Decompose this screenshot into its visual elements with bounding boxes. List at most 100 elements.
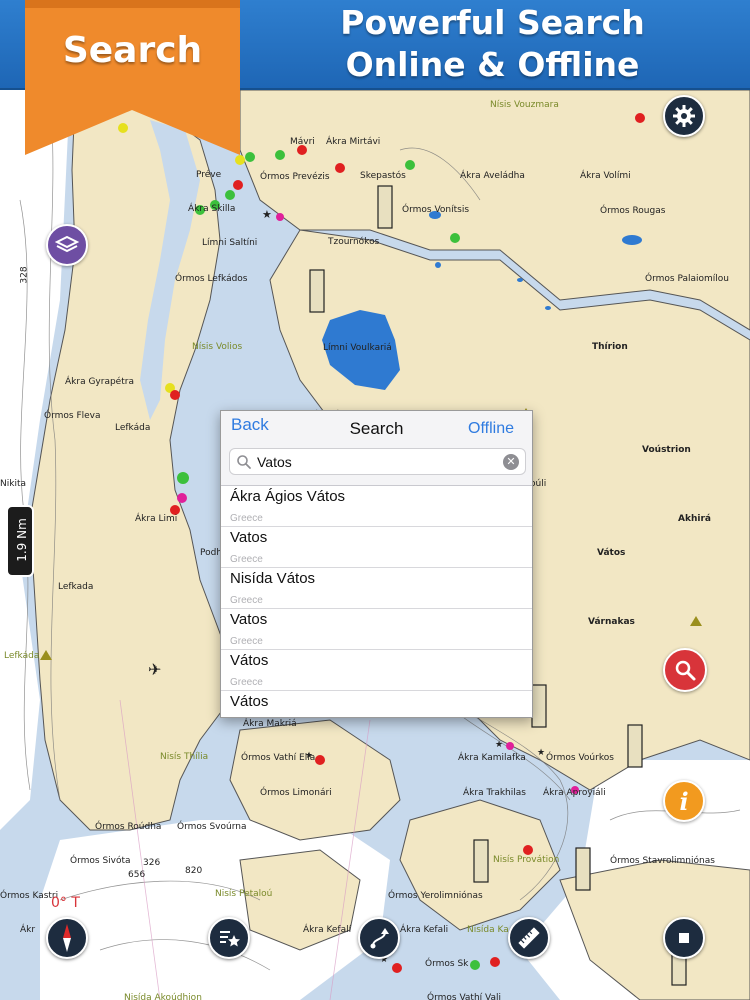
depth-label: 820 [185, 866, 203, 876]
search-result-name: Nisída Vátos [230, 570, 316, 587]
map-label-nisis-thilia: Nisís Thília [160, 752, 209, 762]
map-label-ormos-prevezis: Órmos Prevézis [260, 172, 330, 182]
clear-search-icon[interactable]: ✕ [503, 454, 519, 470]
map-label-ormos-vathi-elia: Órmos Vathí Elia [241, 753, 316, 763]
map-label-akra-gyrapetra: Ákra Gyrapétra [65, 377, 134, 387]
search-result-name: Vatos [230, 611, 268, 628]
settings-button[interactable] [663, 95, 705, 137]
search-result-country: Greece [230, 595, 263, 606]
offline-button[interactable]: Offline [468, 420, 514, 438]
layers-button[interactable] [46, 224, 88, 266]
map-label-limni-voulkaria: Límni Voulkariá [323, 343, 392, 353]
map-label-thirion: Thírion [592, 342, 628, 352]
depth-label: 326 [143, 858, 161, 868]
back-button[interactable]: Back [231, 415, 269, 435]
map-label-akra-kefali: Ákra Kefalí [303, 925, 352, 935]
route-button[interactable] [358, 917, 400, 959]
map-label-ormos-fleva: Órmos Fleva [44, 411, 101, 421]
heading-label: 0° T [51, 895, 80, 911]
map-label-mavri: Mávri [290, 137, 315, 147]
map-label-akra-left: Ákr [20, 925, 36, 935]
map-label-akra-aproyiali: Ákra Aproyiáli [543, 788, 606, 798]
star-list-icon [220, 931, 240, 947]
map-label-akhira: Akhirá [678, 514, 711, 524]
map-label-ormos-sivota: Órmos Sivóta [70, 856, 131, 866]
map-label-akra-kamilafka: Ákra Kamilafka [458, 753, 526, 763]
search-result-item[interactable]: Vatos Greece [221, 527, 532, 568]
search-result-name: Ákra Ágios Vátos [230, 488, 346, 505]
map-label-ormos-vathi-vali: Órmos Vathí Vali [427, 993, 501, 1000]
map-label-nikita: Nikita [0, 479, 26, 489]
map-label-lefkada-2: Lefkáda [4, 651, 40, 661]
search-result-country: Greece [230, 554, 263, 565]
map-label-akra-aveladha: Ákra Aveládha [460, 171, 525, 181]
map-label-varnakas: Várnakas [588, 617, 635, 627]
ribbon-label: Search [62, 30, 203, 71]
search-result-name: Vátos [230, 652, 269, 669]
map-label-nisida-ka: Nisída Ka [467, 925, 509, 935]
search-result-country: Greece [230, 513, 263, 524]
search-field[interactable]: ✕ [229, 448, 526, 475]
search-results-list: Ákra Ágios Vátos Greece Vatos Greece Nisída … [221, 486, 532, 717]
stop-button[interactable] [663, 917, 705, 959]
map-label-nisis-petalou: Nisís Petaloú [215, 889, 273, 899]
map-label-lefkada-town: Lefkáda [115, 423, 151, 433]
promo-ribbon [25, 0, 240, 155]
svg-text:★: ★ [262, 209, 272, 221]
map-label-akra-kefali-2: Ákra Kefali [400, 925, 449, 935]
map-label-akra-skilla: Ákra Skilla [188, 204, 236, 214]
search-result-item[interactable]: Ákra Ágios Vátos Greece [221, 486, 532, 527]
map-label-nisis-provation: Nisís Provátion [493, 855, 560, 865]
map-label-ormos-kastri: Órmos Kastri [0, 891, 59, 901]
info-icon: i [679, 786, 689, 816]
measure-button[interactable] [508, 917, 550, 959]
compass-button[interactable] [46, 917, 88, 959]
scale-label: 1.9 Nm [15, 518, 29, 562]
map-label-akra-mirtavi: Ákra Mirtávi [326, 137, 381, 147]
map-label-ormos-skiko: Órmos Sk [425, 959, 469, 969]
search-result-item[interactable]: Nisída Vátos Greece [221, 568, 532, 609]
ruler-icon [518, 927, 540, 949]
map-label-skepastos: Skepastós [360, 171, 406, 181]
route-icon [370, 928, 389, 949]
map-label-nisis-vouzmara: Nísis Vouzmara [490, 100, 559, 110]
svg-text:★: ★ [537, 747, 545, 757]
banner-title-line1: Powerful Search [340, 3, 645, 42]
map-label-voustrion: Voústrion [642, 445, 691, 455]
map-label-lefkada: Lefkada [58, 582, 94, 592]
stop-icon [679, 933, 689, 943]
map-label-ormos-yerolimnionas: Órmos Yerolimniónas [388, 891, 483, 901]
search-input[interactable] [257, 452, 497, 472]
info-button[interactable]: i [663, 780, 705, 822]
map-label-nisida-akoudhion: Nisída Akoúdhion [124, 993, 202, 1000]
search-result-item[interactable]: Vátos [221, 691, 532, 717]
map-label-ormos-lefkados: Órmos Lefkádos [175, 274, 248, 284]
layers-icon [55, 235, 79, 253]
magnifier-icon [675, 660, 696, 681]
map-label-akra-volimi: Ákra Volími [580, 171, 631, 181]
search-result-country: Greece [230, 636, 263, 647]
svg-text:★: ★ [495, 739, 503, 749]
map-label-ormos-svourna: Órmos Svoúrna [177, 822, 247, 832]
search-result-item[interactable]: Vatos Greece [221, 609, 532, 650]
search-icon [237, 455, 251, 469]
map-label-ormos-stavrolimnionas: Órmos Stavrolimniónas [610, 856, 715, 866]
favorites-button[interactable] [208, 917, 250, 959]
map-label-ormos-vourkos: Órmos Voúrkos [546, 753, 614, 763]
map-label-akra-limi: Ákra Limi [135, 514, 178, 524]
scale-bar: 1.9 Nm [6, 505, 34, 577]
map-label-ormos-vonitsis: Órmos Vonítsis [402, 205, 470, 215]
map-label-vatos-map: Vátos [597, 548, 626, 558]
search-popup-header: Back Search Offline ✕ [221, 411, 532, 486]
map-label-limni-saltini: Límni Saltíni [202, 238, 258, 248]
search-result-country: Greece [230, 677, 263, 688]
depth-label: 656 [128, 870, 146, 880]
banner-title: Powerful Search Online & Offline [240, 2, 745, 86]
search-result-item[interactable]: Vátos Greece [221, 650, 532, 691]
map-label-ormos-rougas: Órmos Rougas [600, 206, 666, 216]
map-label-akra-makria: Ákra Makriá [243, 719, 297, 729]
map-label-ormos-palaiomilou: Órmos Palaiomílou [645, 274, 729, 284]
map-label-podh: Podh [200, 548, 223, 558]
map-search-button[interactable] [663, 648, 707, 692]
search-result-name: Vatos [230, 529, 268, 546]
